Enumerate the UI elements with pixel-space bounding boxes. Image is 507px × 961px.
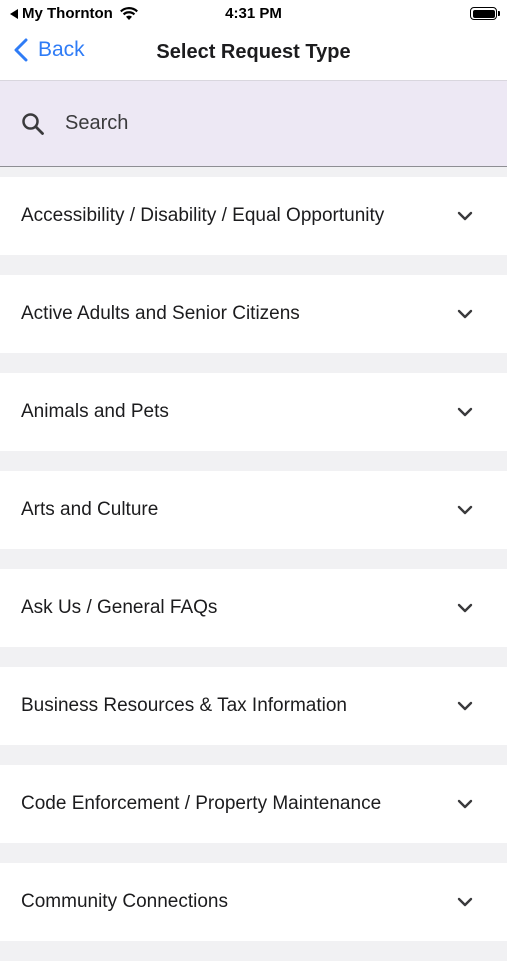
request-type-item[interactable]: Community Connections [0, 863, 507, 941]
request-type-list: Accessibility / Disability / Equal Oppor… [0, 167, 507, 961]
request-type-label: Accessibility / Disability / Equal Oppor… [21, 205, 385, 226]
chevron-down-icon[interactable] [457, 309, 473, 319]
request-type-label: Animals and Pets [21, 401, 169, 422]
search-bar[interactable] [0, 80, 507, 167]
request-type-label: Business Resources & Tax Information [21, 695, 347, 716]
request-type-item[interactable]: Ask Us / General FAQs [0, 569, 507, 647]
request-type-item[interactable]: Accessibility / Disability / Equal Oppor… [0, 177, 507, 255]
status-bar: My Thornton 4:31 PM [0, 0, 507, 28]
chevron-down-icon[interactable] [457, 701, 473, 711]
chevron-down-icon[interactable] [457, 211, 473, 221]
search-input[interactable] [65, 112, 465, 135]
search-icon [21, 112, 45, 136]
chevron-down-icon[interactable] [457, 603, 473, 613]
request-type-item[interactable]: Arts and Culture [0, 471, 507, 549]
request-type-item[interactable]: Animals and Pets [0, 373, 507, 451]
chevron-down-icon[interactable] [457, 407, 473, 417]
battery-icon [470, 7, 500, 20]
chevron-down-icon[interactable] [457, 799, 473, 809]
chevron-down-icon[interactable] [457, 897, 473, 907]
request-type-item[interactable]: Business Resources & Tax Information [0, 667, 507, 745]
request-type-label: Ask Us / General FAQs [21, 597, 218, 618]
request-type-label: Arts and Culture [21, 499, 159, 520]
status-time: 4:31 PM [225, 5, 282, 22]
request-type-label: Active Adults and Senior Citizens [21, 303, 300, 324]
page-title: Select Request Type [156, 41, 351, 63]
navigation-bar: Back Select Request Type [0, 28, 507, 80]
request-type-item[interactable]: Code Enforcement / Property Maintenance [0, 765, 507, 843]
request-type-label: Code Enforcement / Property Maintenance [21, 793, 382, 814]
request-type-label: Community Connections [21, 891, 228, 912]
request-type-item[interactable]: Active Adults and Senior Citizens [0, 275, 507, 353]
chevron-down-icon[interactable] [457, 505, 473, 515]
